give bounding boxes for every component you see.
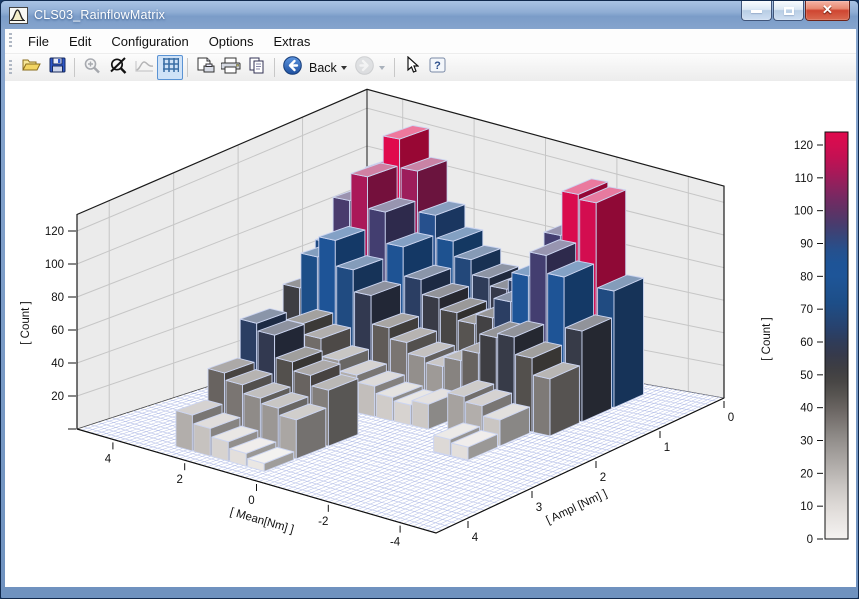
- copy-icon: [248, 57, 266, 79]
- svg-text:4: 4: [105, 453, 112, 465]
- copy-button[interactable]: [244, 55, 270, 80]
- svg-text:[ Count ]: [ Count ]: [20, 301, 32, 344]
- folder-open-icon: [22, 57, 41, 78]
- svg-text:?: ?: [434, 60, 441, 72]
- client-area: FileEditConfigurationOptionsExtras Back?…: [5, 29, 856, 587]
- close-icon: ✕: [806, 1, 849, 20]
- svg-text:[ Count ]: [ Count ]: [761, 317, 773, 360]
- cursor-arrow-icon: [405, 56, 419, 79]
- back-button-label: Back: [309, 61, 337, 75]
- svg-text:40: 40: [51, 358, 64, 370]
- forward-circle-icon: [355, 56, 374, 80]
- toolbar-grip[interactable]: [9, 60, 12, 76]
- menubar-grip[interactable]: [9, 33, 12, 49]
- open-file-button[interactable]: [18, 55, 44, 80]
- svg-text:50: 50: [800, 370, 813, 382]
- svg-text:120: 120: [794, 140, 813, 152]
- back-button-dropdown-icon[interactable]: [341, 66, 347, 70]
- zoom-in-icon: [83, 57, 101, 79]
- svg-text:60: 60: [51, 325, 64, 337]
- svg-text:[ Mean[Nm] ]: [ Mean[Nm] ]: [229, 506, 296, 536]
- curve-measure-icon: [135, 58, 154, 78]
- menu-item-options[interactable]: Options: [199, 31, 264, 52]
- pointer-button[interactable]: [399, 55, 425, 80]
- help-button[interactable]: ?: [425, 55, 451, 80]
- svg-text:0: 0: [807, 534, 813, 546]
- menu-item-file[interactable]: File: [18, 31, 59, 52]
- svg-text:2: 2: [600, 472, 606, 484]
- measure-button[interactable]: [131, 55, 157, 80]
- svg-text:40: 40: [800, 403, 813, 415]
- back-button[interactable]: [279, 55, 305, 80]
- toolbar: Back?: [5, 54, 856, 82]
- svg-text:10: 10: [800, 501, 813, 513]
- maximize-icon: [784, 7, 794, 15]
- help-icon: ?: [429, 57, 446, 78]
- svg-text:30: 30: [800, 436, 813, 448]
- save-icon: [49, 57, 66, 78]
- zoom-off-icon: [109, 57, 128, 79]
- colorbar-ticks: 0 10 20 30 40 50 60 70 80 90 100 110 120 [ Count ]: [761, 140, 823, 546]
- curve-window-icon: [9, 7, 28, 24]
- forward-button[interactable]: [352, 55, 378, 80]
- page-setup-button[interactable]: [192, 55, 218, 80]
- toolbar-separator: [187, 58, 188, 77]
- toolbar-separator: [274, 58, 275, 77]
- back-circle-icon: [283, 56, 302, 80]
- svg-text:-2: -2: [318, 516, 328, 528]
- svg-text:80: 80: [51, 292, 64, 304]
- save-button[interactable]: [44, 55, 70, 80]
- chart-area: 20406080100120[ Count ]420-2-4[ Mean[Nm]…: [5, 81, 856, 587]
- menu-item-configuration[interactable]: Configuration: [101, 31, 198, 52]
- svg-text:80: 80: [800, 271, 813, 283]
- rainflow-3d-chart: 20406080100120[ Count ]420-2-4[ Mean[Nm]…: [5, 81, 856, 587]
- forward-button-dropdown-icon[interactable]: [379, 66, 385, 70]
- svg-text:1: 1: [664, 442, 670, 454]
- svg-text:2: 2: [176, 474, 182, 486]
- svg-text:4: 4: [472, 532, 479, 544]
- svg-text:20: 20: [51, 391, 64, 403]
- grid-icon: [162, 57, 179, 78]
- svg-text:100: 100: [794, 206, 813, 218]
- menu-bar: FileEditConfigurationOptionsExtras: [5, 29, 856, 54]
- svg-text:120: 120: [45, 226, 64, 238]
- app-window: CLS03_RainflowMatrix ✕ FileEditConfigura…: [0, 0, 859, 599]
- grid-toggle-button[interactable]: [157, 55, 183, 80]
- print-button[interactable]: [218, 55, 244, 80]
- svg-text:60: 60: [800, 337, 813, 349]
- zoom-off-button[interactable]: [105, 55, 131, 80]
- minimize-icon: [751, 10, 762, 13]
- toolbar-separator: [74, 58, 75, 77]
- svg-text:100: 100: [45, 259, 64, 271]
- zoom-in-button[interactable]: [79, 55, 105, 80]
- minimize-button[interactable]: [741, 1, 772, 21]
- colorbar: [825, 132, 848, 539]
- svg-text:20: 20: [800, 468, 813, 480]
- close-button[interactable]: ✕: [805, 1, 850, 21]
- menu-item-extras[interactable]: Extras: [264, 31, 321, 52]
- title-bar[interactable]: CLS03_RainflowMatrix ✕: [1, 1, 858, 29]
- svg-text:3: 3: [536, 502, 542, 514]
- svg-text:0: 0: [248, 495, 254, 507]
- svg-text:90: 90: [800, 239, 813, 251]
- svg-text:70: 70: [800, 304, 813, 316]
- svg-text:-4: -4: [390, 537, 401, 549]
- svg-text:0: 0: [728, 412, 734, 424]
- toolbar-separator: [394, 58, 395, 77]
- maximize-button[interactable]: [773, 1, 804, 21]
- window-title: CLS03_RainflowMatrix: [34, 8, 165, 22]
- page-printer-icon: [196, 57, 215, 79]
- printer-icon: [221, 57, 241, 79]
- svg-text:[ Ampl [Nm] ]: [ Ampl [Nm] ]: [544, 488, 609, 527]
- menu-item-edit[interactable]: Edit: [59, 31, 101, 52]
- svg-text:110: 110: [795, 173, 813, 185]
